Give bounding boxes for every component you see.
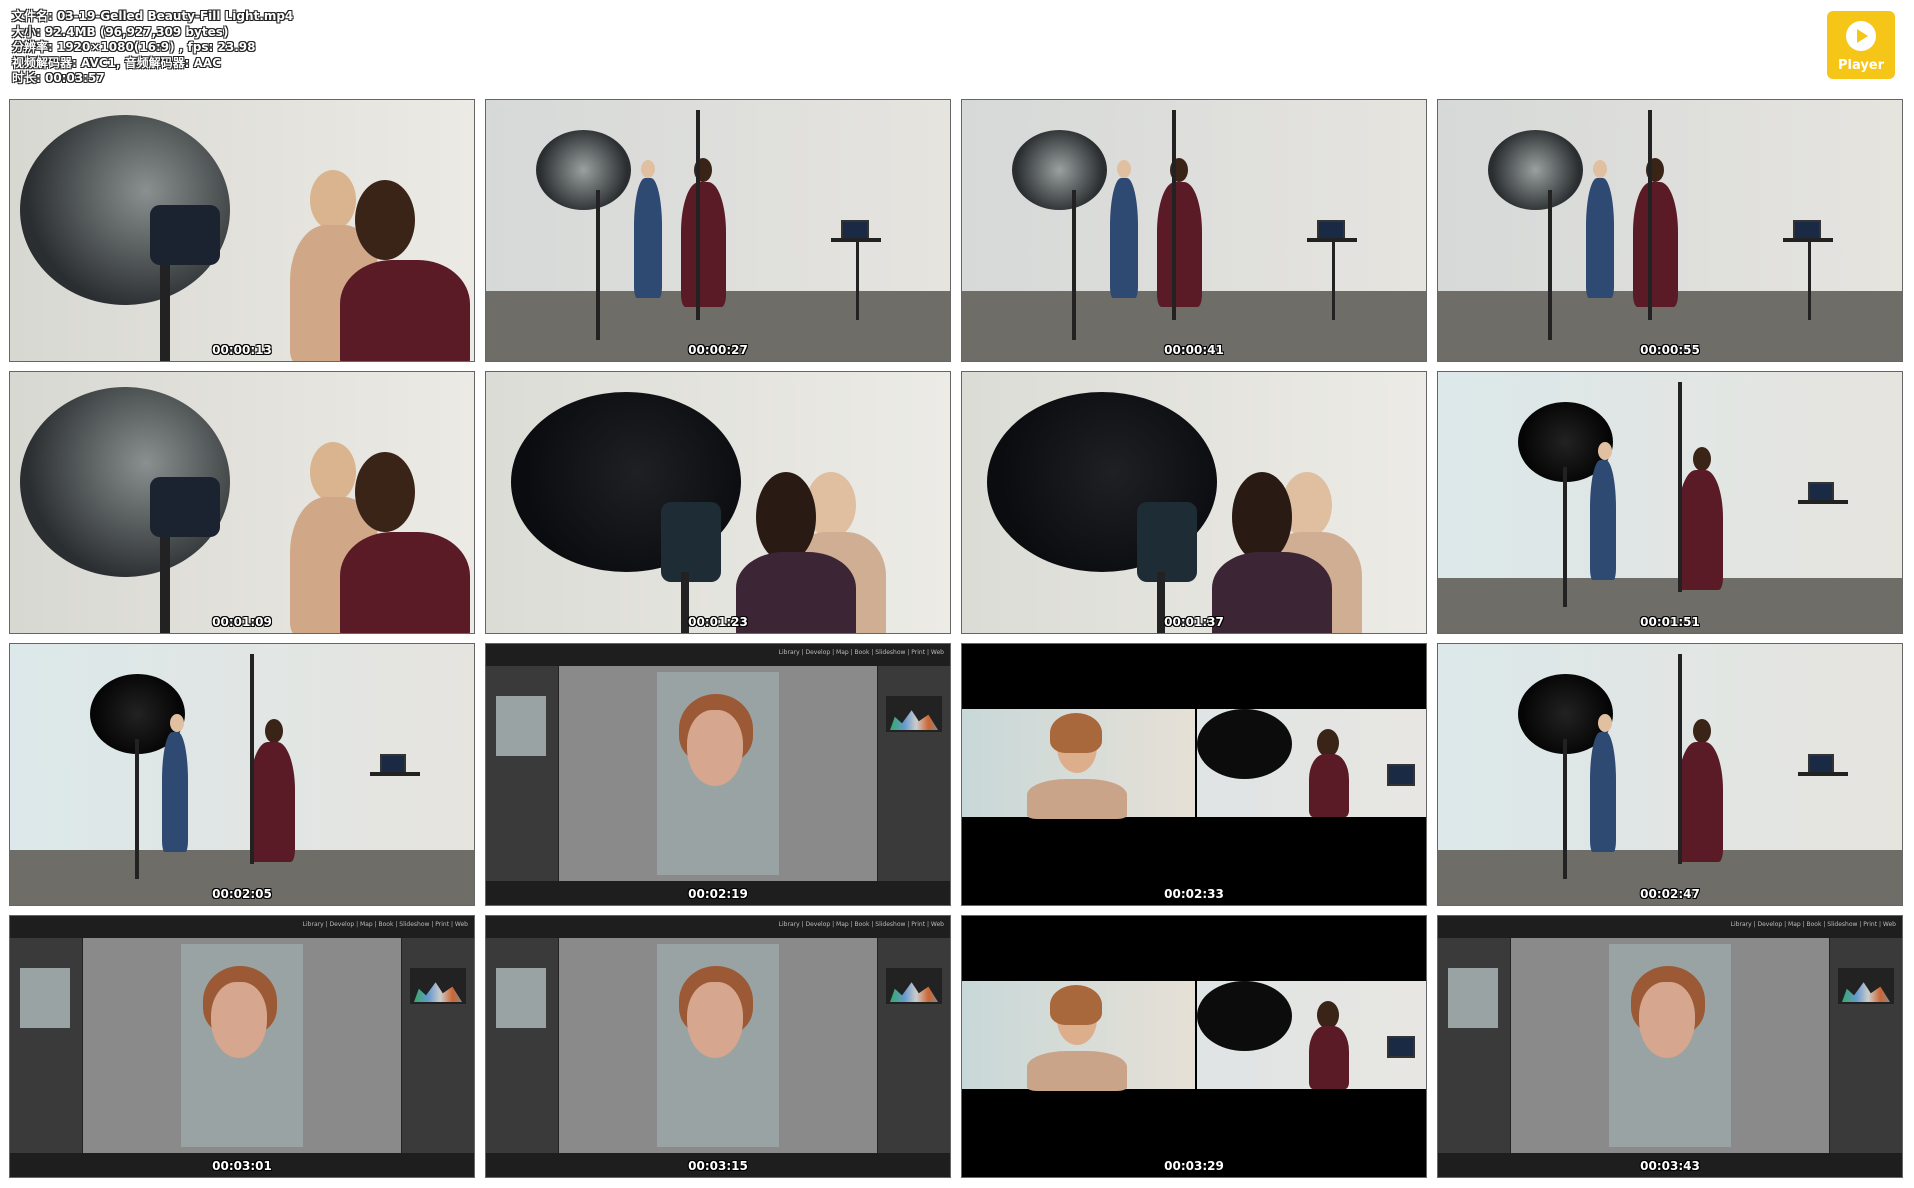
histogram <box>1838 968 1894 1004</box>
player-button[interactable]: Player <box>1827 11 1895 79</box>
timestamp: 00:02:05 <box>212 887 272 901</box>
histogram <box>886 696 942 732</box>
histogram <box>410 968 466 1004</box>
video-thumbnail[interactable]: 00:01:51 <box>1437 371 1903 634</box>
video-thumbnail[interactable]: 00:00:41 <box>961 99 1427 362</box>
codec: 视频解码器: AVC1, 音频解码器: AAC <box>12 55 221 70</box>
video-thumbnail[interactable]: 00:02:05 <box>9 643 475 906</box>
timestamp: 00:02:47 <box>1640 887 1700 901</box>
timestamp: 00:01:51 <box>1640 615 1700 629</box>
timestamp: 00:02:33 <box>1164 887 1224 901</box>
video-thumbnail[interactable]: 00:00:55 <box>1437 99 1903 362</box>
timestamp: 00:03:29 <box>1164 1159 1224 1173</box>
timestamp: 00:01:09 <box>212 615 272 629</box>
video-thumbnail[interactable]: Library | Develop | Map | Book | Slidesh… <box>485 643 951 906</box>
video-thumbnail[interactable]: 00:03:29 <box>961 915 1427 1178</box>
umbrella <box>1012 130 1107 210</box>
timestamp: 00:00:55 <box>1640 343 1700 357</box>
portrait-photo <box>1609 944 1731 1147</box>
timestamp: 00:03:01 <box>212 1159 272 1173</box>
portrait-photo <box>657 672 779 875</box>
resolution: 分辨率: 1920×1080(16:9) , fps: 23.98 <box>12 40 256 54</box>
timestamp: 00:02:19 <box>688 887 748 901</box>
file-info: 文件名: 03-19-Gelled Beauty-Fill Light.mp4 … <box>12 9 293 87</box>
lightroom-nav: Library | Develop | Map | Book | Slidesh… <box>778 921 944 928</box>
play-icon <box>1846 21 1876 51</box>
timestamp: 00:00:41 <box>1164 343 1224 357</box>
video-thumbnail[interactable]: Library | Develop | Map | Book | Slidesh… <box>1437 915 1903 1178</box>
video-thumbnail[interactable]: 00:02:47 <box>1437 643 1903 906</box>
video-thumbnail[interactable]: 00:01:37 <box>961 371 1427 634</box>
file-name: 文件名: 03-19-Gelled Beauty-Fill Light.mp4 <box>12 9 294 23</box>
video-thumbnail[interactable]: Library | Develop | Map | Book | Slidesh… <box>485 915 951 1178</box>
file-size: 大小: 92.4MB (96,927,309 bytes) <box>12 24 229 39</box>
lightroom-nav: Library | Develop | Map | Book | Slidesh… <box>778 649 944 656</box>
video-thumbnail[interactable]: 00:01:09 <box>9 371 475 634</box>
timestamp: 00:03:43 <box>1640 1159 1700 1173</box>
umbrella <box>536 130 631 210</box>
portrait-photo <box>657 944 779 1147</box>
player-label: Player <box>1837 58 1885 73</box>
timestamp: 00:03:15 <box>688 1159 748 1173</box>
video-thumbnail[interactable]: 00:02:33 <box>961 643 1427 906</box>
duration: 时长: 00:03:57 <box>12 71 105 85</box>
umbrella <box>1488 130 1583 210</box>
video-thumbnail[interactable]: 00:01:23 <box>485 371 951 634</box>
timestamp: 00:00:13 <box>212 343 272 357</box>
histogram <box>886 968 942 1004</box>
portrait-photo <box>181 944 303 1147</box>
video-thumbnail[interactable]: 00:00:27 <box>485 99 951 362</box>
timestamp: 00:01:37 <box>1164 615 1224 629</box>
timestamp: 00:00:27 <box>688 343 748 357</box>
lightroom-nav: Library | Develop | Map | Book | Slidesh… <box>1730 921 1896 928</box>
video-thumbnail[interactable]: Library | Develop | Map | Book | Slidesh… <box>9 915 475 1178</box>
lightroom-nav: Library | Develop | Map | Book | Slidesh… <box>302 921 468 928</box>
video-thumbnail[interactable]: 00:00:13 <box>9 99 475 362</box>
timestamp: 00:01:23 <box>688 615 748 629</box>
